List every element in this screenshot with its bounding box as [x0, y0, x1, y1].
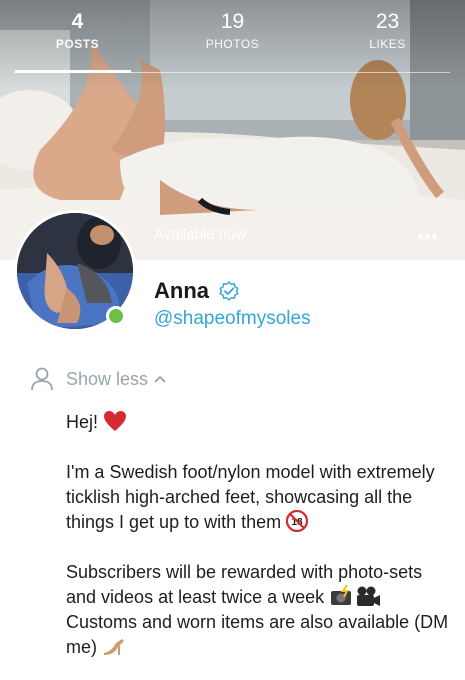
stat-likes[interactable]: 23 LIKES	[310, 8, 465, 74]
movie-camera-icon	[357, 586, 381, 606]
bio-toggle-row: Show less	[30, 364, 167, 394]
person-icon	[31, 367, 53, 391]
bio-paragraph-1: I'm a Swedish foot/nylon model with extr…	[66, 460, 451, 535]
stat-likes-count: 23	[375, 10, 400, 33]
stats-bar: 4 POSTS 19 PHOTOS 23 LIKES	[0, 8, 465, 74]
availability-status: Available now	[154, 226, 247, 243]
verified-icon	[219, 281, 239, 301]
stat-photos[interactable]: 19 PHOTOS	[155, 8, 310, 74]
profile-name-row: Anna	[154, 276, 239, 306]
stat-photos-label: PHOTOS	[205, 37, 260, 51]
active-tab-indicator	[15, 70, 131, 73]
show-less-label: Show less	[66, 368, 149, 389]
stat-posts[interactable]: 4 POSTS	[0, 8, 155, 74]
high-heel-icon	[104, 639, 125, 655]
bio-paragraph-2: Subscribers will be rewarded with photo-…	[66, 560, 451, 660]
bio-text: Hej! I'm a Swedish foot/nylon model with…	[66, 410, 451, 680]
stat-posts-count: 4	[71, 10, 84, 33]
profile-handle[interactable]: @shapeofmysoles	[154, 308, 311, 330]
chevron-up-icon	[154, 375, 166, 383]
camera-flash-icon	[331, 585, 352, 605]
stat-posts-label: POSTS	[55, 37, 100, 51]
show-less-button[interactable]: Show less	[66, 369, 167, 390]
ellipsis-icon[interactable]	[418, 226, 444, 244]
red-heart-icon	[104, 411, 127, 431]
bio-greeting: Hej!	[66, 410, 451, 435]
bio-greeting-text: Hej!	[66, 412, 99, 432]
bio-paragraph-1-text: I'm a Swedish foot/nylon model with extr…	[66, 462, 435, 532]
stat-photos-count: 19	[220, 10, 245, 33]
no-under-eighteen-icon: 18	[286, 510, 309, 532]
stat-likes-label: LIKES	[369, 37, 406, 51]
online-status-dot	[106, 306, 126, 326]
profile-name: Anna	[154, 278, 209, 303]
